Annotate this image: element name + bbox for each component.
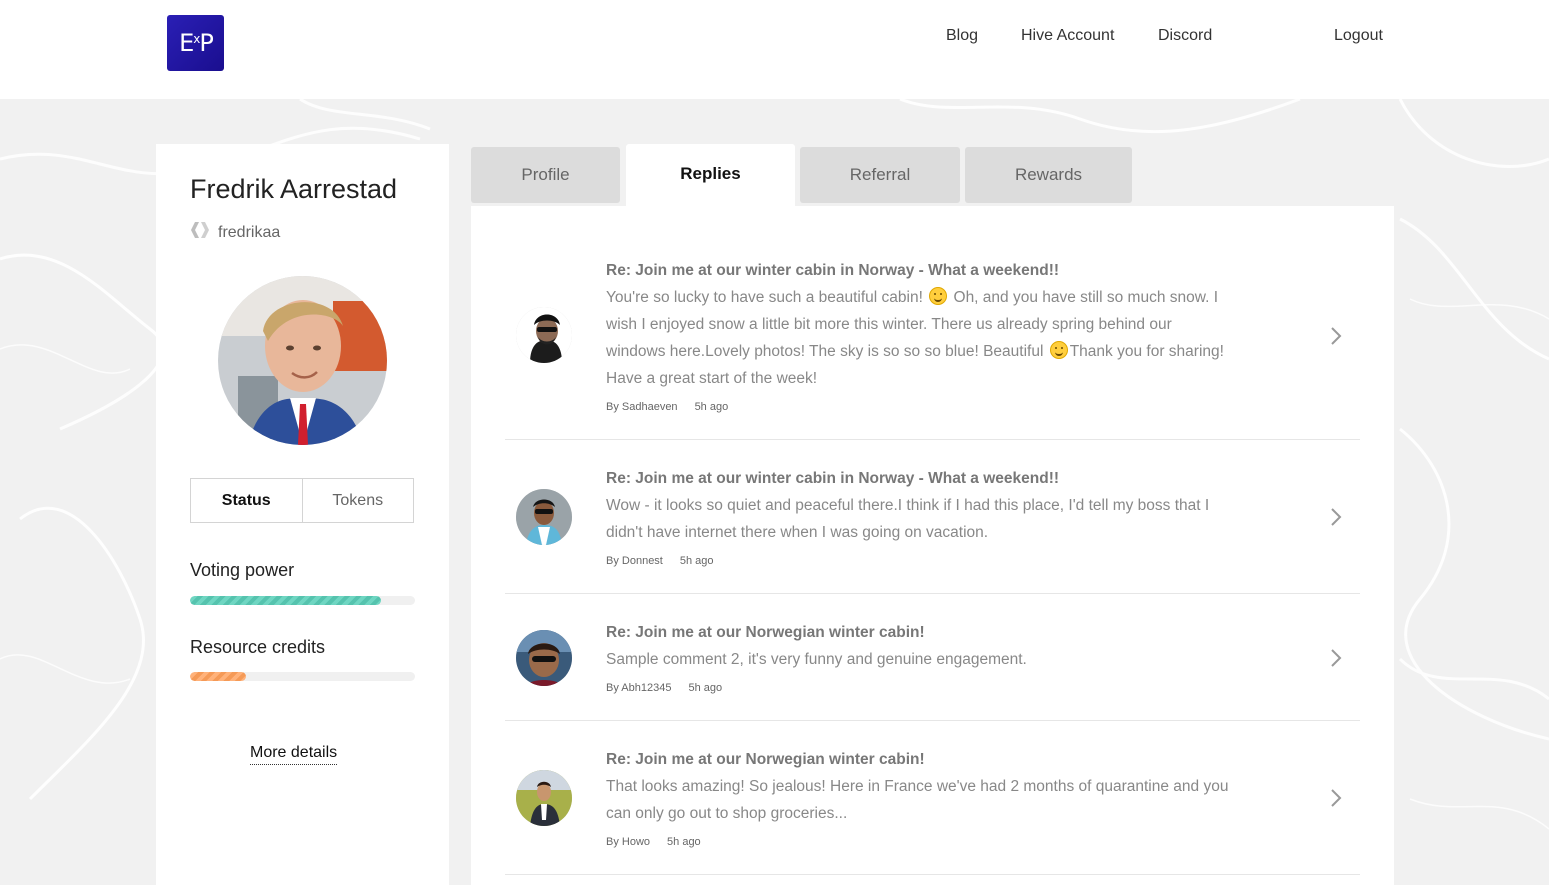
exp-logo[interactable]: ExP (167, 15, 224, 71)
reply-avatar (516, 630, 572, 686)
reply-author: By Sadhaeven (606, 401, 678, 413)
reply-meta: By Sadhaeven 5h ago (606, 401, 728, 413)
tab-profile[interactable]: Profile (471, 147, 620, 203)
top-header: ExP Blog Hive Account Discord Logout (0, 0, 1549, 99)
reply-avatar (516, 489, 572, 545)
reply-time: 5h ago (679, 555, 714, 567)
resource-credits-bar (190, 672, 415, 681)
voting-power-label: Voting power (190, 560, 295, 580)
profile-handle-row: fredrikaa (190, 221, 280, 244)
nav-discord[interactable]: Discord (1158, 27, 1212, 45)
reply-body-line: Wow - it looks so quiet and peaceful the… (606, 497, 1210, 514)
reply-body-line-part: Thank you for sharing! (1069, 343, 1224, 360)
chevron-right-icon[interactable] (1329, 648, 1343, 668)
profile-handle: fredrikaa (218, 223, 281, 241)
reply-item[interactable]: Re: Join me at our winter cabin in Norwa… (505, 236, 1360, 440)
logo-text: ExP (179, 29, 214, 57)
chevron-right-icon[interactable] (1329, 507, 1343, 527)
profile-name: Fredrik Aarrestad (190, 174, 398, 204)
reply-title: Re: Join me at our Norwegian winter cabi… (606, 751, 925, 768)
smile-emoji-icon (1049, 341, 1068, 359)
replies-panel: Re: Join me at our winter cabin in Norwa… (471, 206, 1394, 885)
tab-replies[interactable]: Replies (626, 144, 795, 206)
reply-author: By Abh12345 (606, 682, 672, 694)
smile-emoji-icon (929, 287, 948, 305)
tab-referral[interactable]: Referral (800, 147, 960, 203)
more-details-link[interactable]: More details (250, 744, 338, 765)
reply-body: That looks amazing! So jealous! Here in … (606, 773, 1231, 827)
nav-logout[interactable]: Logout (1334, 27, 1383, 45)
profile-card: Fredrik Aarrestad fredrikaa Status Token… (156, 144, 449, 885)
reply-body-line-part: Oh, and you have still so much snow. I (949, 289, 1219, 306)
reply-body-line: That looks amazing! So jealous! Here in … (606, 778, 1229, 795)
toggle-status[interactable]: Status (191, 479, 303, 522)
reply-avatar (516, 307, 572, 363)
profile-avatar (218, 276, 387, 445)
reply-body-line: didn't have internet there when I was go… (606, 524, 989, 541)
reply-body-line: wish I enjoyed snow a little bit more th… (606, 316, 1172, 333)
chevron-right-icon[interactable] (1329, 326, 1343, 346)
status-tokens-toggle: Status Tokens (190, 478, 414, 523)
reply-body-line: windows here.Lovely photos! The sky is s… (606, 338, 1231, 365)
reply-time: 5h ago (667, 836, 701, 848)
reply-title: Re: Join me at our winter cabin in Norwa… (606, 262, 1060, 279)
reply-meta: By Howo 5h ago (606, 836, 701, 848)
reply-meta: By Donnest 5h ago (606, 555, 714, 567)
reply-body-line: You're so lucky to have such a beautiful… (606, 284, 1231, 311)
reply-avatar (516, 770, 572, 826)
resource-credits-label: Resource credits (190, 637, 326, 657)
reply-body-line: Sample comment 2, it's very funny and ge… (606, 651, 1027, 668)
nav-hive-account[interactable]: Hive Account (1021, 27, 1114, 45)
voting-power-bar (190, 596, 415, 605)
reply-item[interactable]: Re: Join me at our Norwegian winter cabi… (505, 594, 1360, 721)
reply-body: You're so lucky to have such a beautiful… (606, 284, 1231, 392)
reply-body: Sample comment 2, it's very funny and ge… (606, 646, 1231, 673)
nav-blog[interactable]: Blog (946, 27, 978, 45)
toggle-tokens[interactable]: Tokens (303, 479, 414, 522)
reply-body: Wow - it looks so quiet and peaceful the… (606, 492, 1231, 546)
chevron-right-icon[interactable] (1329, 788, 1343, 808)
reply-author: By Howo (606, 836, 651, 848)
reply-time: 5h ago (694, 401, 729, 413)
reply-author: By Donnest (606, 555, 663, 567)
reply-body-line: can only go out to shop groceries... (606, 805, 848, 822)
reply-body-line-part: You're so lucky to have such a beautiful… (606, 289, 928, 306)
reply-item[interactable]: Re: Join me at our winter cabin in Norwa… (505, 440, 1360, 594)
reply-title: Re: Join me at our Norwegian winter cabi… (606, 624, 925, 641)
hive-icon (190, 221, 210, 244)
reply-title: Re: Join me at our winter cabin in Norwa… (606, 470, 1060, 487)
reply-body-line: Have a great start of the week! (606, 370, 818, 387)
resource-credits-fill (190, 672, 247, 681)
reply-time: 5h ago (688, 682, 723, 694)
reply-item[interactable]: Re: Join me at our Norwegian winter cabi… (505, 721, 1360, 875)
reply-body-line-part: windows here.Lovely photos! The sky is s… (606, 343, 1048, 360)
voting-power-fill (190, 596, 382, 605)
tab-rewards[interactable]: Rewards (965, 147, 1132, 203)
reply-meta: By Abh12345 5h ago (606, 682, 722, 694)
